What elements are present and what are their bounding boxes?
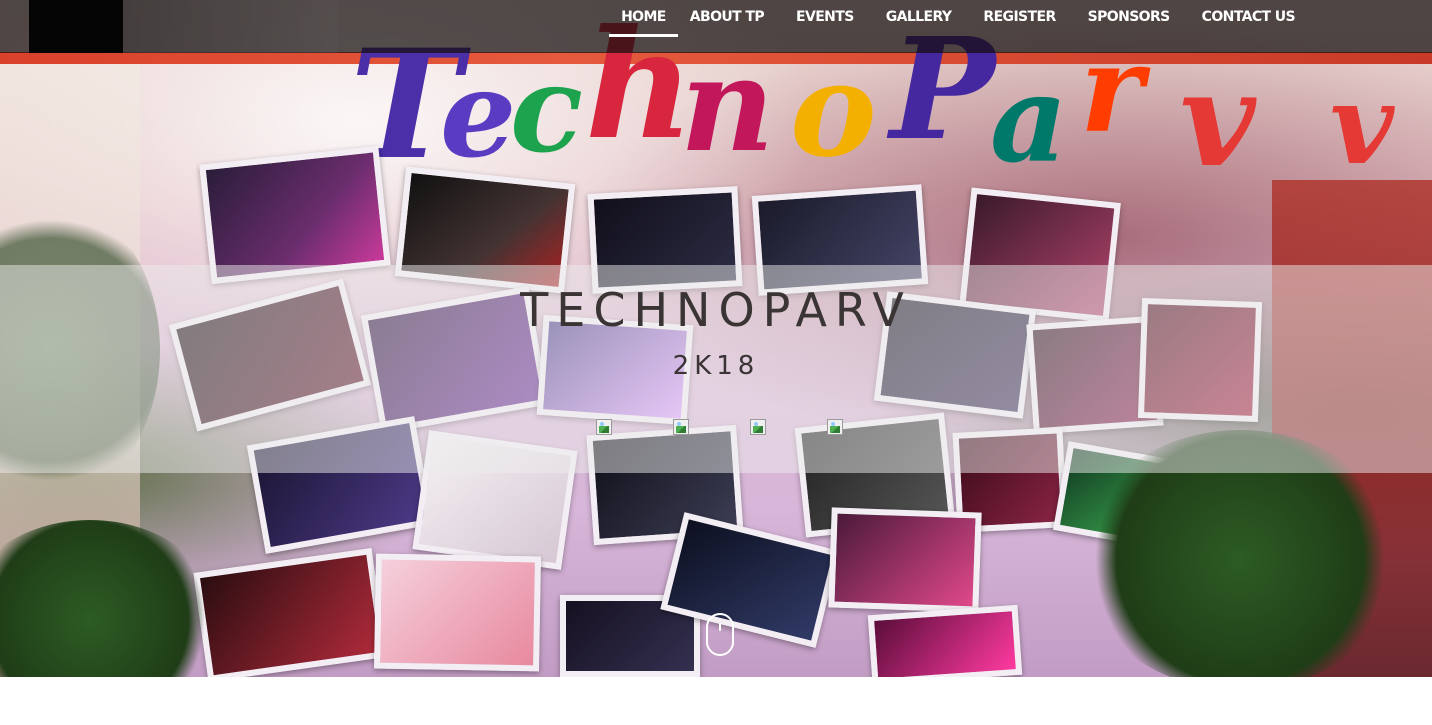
nav-link-register[interactable]: REGISTER bbox=[967, 0, 1071, 37]
nav-item-events: EVENTS bbox=[780, 0, 870, 53]
top-navbar: HOME ABOUT TP EVENTS GALLERY REGISTER SP… bbox=[0, 0, 1432, 53]
nav-item-gallery: GALLERY bbox=[870, 0, 968, 53]
nav-link-sponsors[interactable]: SPONSORS bbox=[1072, 0, 1186, 37]
mouse-scroll-icon[interactable] bbox=[706, 613, 734, 656]
background-poster bbox=[193, 548, 387, 677]
background-poster bbox=[867, 604, 1023, 677]
social-links bbox=[596, 419, 843, 435]
nav-link-events[interactable]: EVENTS bbox=[780, 0, 870, 37]
background-poster bbox=[199, 145, 391, 285]
nav-item-about: ABOUT TP bbox=[674, 0, 780, 53]
hero-banner: TECHNOPARV 2K18 bbox=[0, 265, 1432, 473]
nav-menu: HOME ABOUT TP EVENTS GALLERY REGISTER SP… bbox=[609, 0, 1311, 53]
nav-item-contact: CONTACT US bbox=[1186, 0, 1311, 53]
nav-item-sponsors: SPONSORS bbox=[1072, 0, 1186, 53]
navbar-shade bbox=[123, 0, 338, 53]
nav-link-home[interactable]: HOME bbox=[609, 0, 678, 37]
broken-image-icon[interactable] bbox=[827, 419, 843, 435]
nav-link-gallery[interactable]: GALLERY bbox=[870, 0, 968, 37]
nav-link-contact[interactable]: CONTACT US bbox=[1186, 0, 1311, 37]
broken-image-icon[interactable] bbox=[750, 419, 766, 435]
hero-title: TECHNOPARV bbox=[520, 283, 912, 337]
broken-image-icon[interactable] bbox=[596, 419, 612, 435]
nav-item-register: REGISTER bbox=[967, 0, 1071, 53]
nav-item-home: HOME bbox=[609, 0, 678, 53]
hero-subtitle: 2K18 bbox=[672, 351, 760, 381]
background-poster bbox=[374, 553, 541, 672]
site-logo[interactable] bbox=[29, 0, 123, 53]
broken-image-icon[interactable] bbox=[673, 419, 689, 435]
background-poster bbox=[828, 507, 982, 613]
background-plant bbox=[0, 520, 220, 677]
nav-link-about[interactable]: ABOUT TP bbox=[674, 0, 780, 37]
